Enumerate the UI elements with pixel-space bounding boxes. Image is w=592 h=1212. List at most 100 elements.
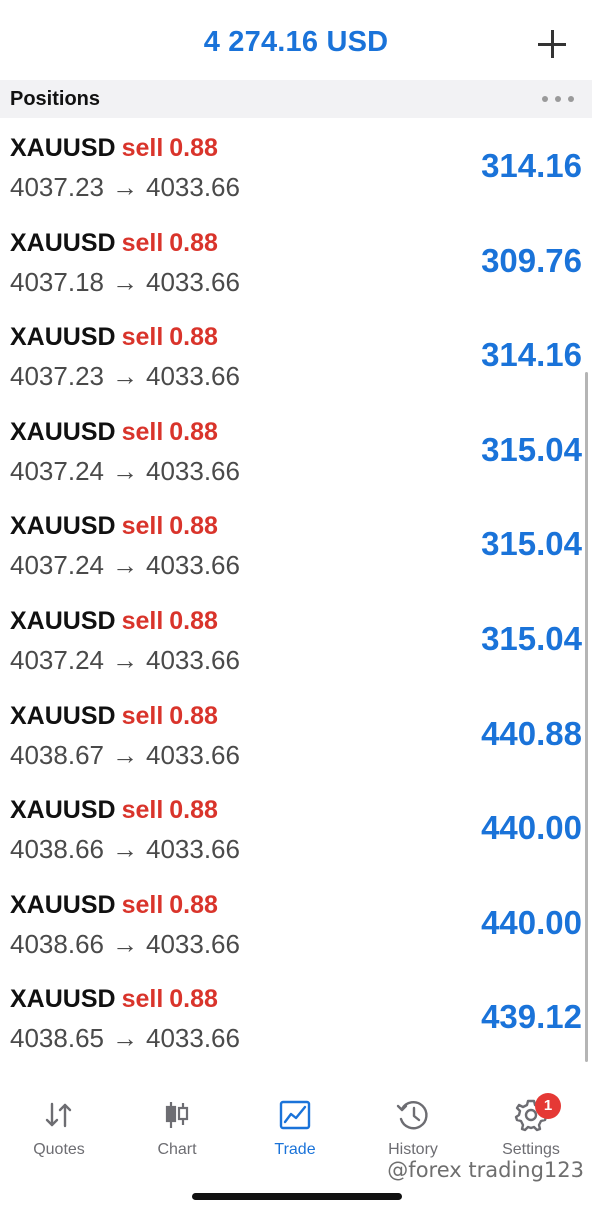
- price-arrow: →: [111, 172, 138, 202]
- current-price: 4033.66: [145, 644, 240, 675]
- position-symbol: XAUUSD: [10, 323, 116, 352]
- position-side: sell: [121, 985, 164, 1014]
- position-side: sell: [121, 323, 164, 352]
- tab-label: History: [388, 1141, 438, 1158]
- tab-history[interactable]: History: [354, 1085, 472, 1165]
- account-balance: 4 274.16 USD: [203, 26, 389, 58]
- position-lots: 0.88: [169, 417, 218, 446]
- position-symbol: XAUUSD: [10, 985, 116, 1014]
- positions-list: XAUUSD sell 0.88 4037.23 → 4033.66 314.16 XA…: [0, 118, 592, 1064]
- price-arrow: →: [111, 455, 138, 486]
- position-profit: 314.16: [481, 147, 582, 184]
- position-profit: 315.04: [481, 430, 582, 468]
- position-lots: 0.88: [169, 701, 218, 730]
- price-arrow: →: [111, 361, 138, 392]
- position-row[interactable]: XAUUSD sell 0.88 4037.24 → 4033.66 315.04: [0, 402, 592, 497]
- current-price: 4033.66: [145, 266, 240, 297]
- position-side: sell: [121, 512, 164, 541]
- position-symbol: XAUUSD: [10, 796, 116, 825]
- position-side: sell: [121, 701, 164, 730]
- position-side: sell: [121, 796, 164, 825]
- bottom-tab-bar: Quotes Chart Trade History 1 Settings: [0, 1085, 592, 1165]
- position-row[interactable]: XAUUSD sell 0.88 4037.23 → 4033.66 314.16: [0, 118, 592, 213]
- current-price: 4033.66: [145, 928, 240, 959]
- open-price: 4038.66: [10, 834, 104, 865]
- position-symbol: XAUUSD: [10, 417, 116, 446]
- watermark: @forex trading123: [387, 1158, 584, 1182]
- position-row[interactable]: XAUUSD sell 0.88 4038.67 → 4033.66 440.88: [0, 686, 592, 781]
- position-side: sell: [121, 606, 164, 635]
- position-symbol: XAUUSD: [10, 606, 116, 635]
- position-profit: 440.00: [481, 903, 582, 941]
- open-price: 4037.23: [10, 172, 104, 202]
- tab-settings[interactable]: 1 Settings: [472, 1085, 590, 1165]
- open-price: 4037.24: [10, 644, 104, 675]
- price-arrow: →: [111, 644, 138, 675]
- position-lots: 0.88: [169, 606, 218, 635]
- more-dots-icon[interactable]: [542, 96, 574, 102]
- position-side: sell: [121, 890, 164, 919]
- current-price: 4033.66: [145, 834, 240, 865]
- position-row[interactable]: XAUUSD sell 0.88 4037.24 → 4033.66 315.04: [0, 591, 592, 686]
- position-profit: 315.04: [481, 525, 582, 563]
- quotes-arrows-icon: [45, 1102, 72, 1128]
- tab-trade[interactable]: Trade: [236, 1085, 354, 1165]
- current-price: 4033.66: [145, 455, 240, 486]
- new-order-plus-icon[interactable]: [538, 30, 566, 58]
- history-clock-icon: [396, 1101, 428, 1130]
- tab-label: Settings: [502, 1141, 560, 1158]
- open-price: 4037.24: [10, 455, 104, 486]
- open-price: 4037.23: [10, 361, 104, 392]
- position-profit: 439.12: [481, 998, 582, 1036]
- open-price: 4037.24: [10, 550, 104, 581]
- position-lots: 0.88: [169, 796, 218, 825]
- open-price: 4038.66: [10, 928, 104, 959]
- notification-badge: 1: [535, 1093, 561, 1119]
- position-lots: 0.88: [169, 323, 218, 352]
- position-lots: 0.88: [169, 985, 218, 1014]
- position-profit: 314.16: [481, 336, 582, 374]
- open-price: 4038.65: [10, 1023, 104, 1054]
- position-row[interactable]: XAUUSD sell 0.88 4038.66 → 4033.66 440.00: [0, 780, 592, 875]
- current-price: 4033.66: [145, 172, 240, 202]
- position-lots: 0.88: [169, 134, 218, 162]
- price-arrow: →: [111, 1023, 138, 1054]
- open-price: 4037.18: [10, 266, 104, 297]
- position-lots: 0.88: [169, 512, 218, 541]
- price-arrow: →: [111, 928, 138, 959]
- open-price: 4038.67: [10, 739, 104, 770]
- position-side: sell: [121, 228, 164, 257]
- position-symbol: XAUUSD: [10, 228, 116, 257]
- position-lots: 0.88: [169, 228, 218, 257]
- position-profit: 440.00: [481, 809, 582, 847]
- home-indicator: [192, 1193, 402, 1200]
- position-row[interactable]: XAUUSD sell 0.88 4037.23 → 4033.66 314.16: [0, 307, 592, 402]
- tab-quotes[interactable]: Quotes: [0, 1085, 118, 1165]
- position-row[interactable]: XAUUSD sell 0.88 4038.66 → 4033.66 440.00: [0, 875, 592, 970]
- scrollbar[interactable]: [585, 372, 588, 1062]
- current-price: 4033.66: [145, 1023, 240, 1054]
- price-arrow: →: [111, 739, 138, 770]
- section-title: Positions: [10, 88, 101, 110]
- positions-section-header: Positions: [0, 80, 592, 118]
- price-arrow: →: [111, 266, 138, 297]
- tab-chart[interactable]: Chart: [118, 1085, 236, 1165]
- header: 4 274.16 USD: [0, 0, 592, 80]
- price-arrow: →: [111, 834, 138, 865]
- position-side: sell: [121, 134, 164, 162]
- tab-label: Chart: [157, 1141, 197, 1158]
- position-row[interactable]: XAUUSD sell 0.88 4038.65 → 4033.66 439.12: [0, 969, 592, 1064]
- position-profit: 440.88: [481, 714, 582, 752]
- position-row[interactable]: XAUUSD sell 0.88 4037.18 → 4033.66 309.76: [0, 213, 592, 308]
- position-symbol: XAUUSD: [10, 512, 116, 541]
- position-row[interactable]: XAUUSD sell 0.88 4037.24 → 4033.66 315.04: [0, 496, 592, 591]
- position-side: sell: [121, 417, 164, 446]
- trade-chart-icon: [279, 1100, 311, 1130]
- candlestick-icon: [165, 1102, 189, 1128]
- current-price: 4033.66: [145, 361, 240, 392]
- tab-label: Trade: [274, 1141, 316, 1158]
- position-symbol: XAUUSD: [10, 890, 116, 919]
- position-profit: 309.76: [481, 241, 582, 279]
- trade-screen: 4 274.16 USD Positions XAUUSD sell 0.88 40…: [0, 0, 592, 1212]
- position-symbol: XAUUSD: [10, 701, 116, 730]
